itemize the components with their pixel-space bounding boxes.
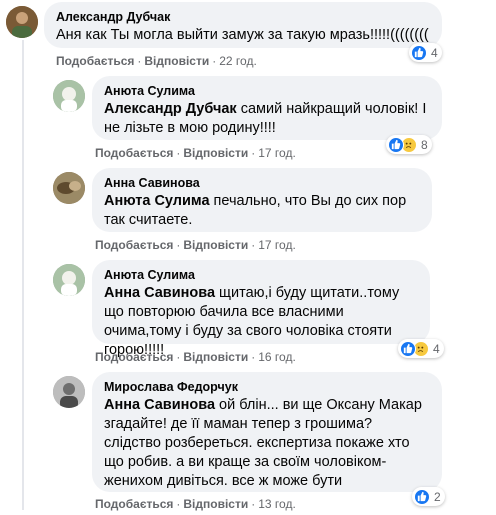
mention-link[interactable]: Александр Дубчак	[104, 101, 237, 117]
comment-actions: Подобається · Відповісти · 22 год.	[56, 54, 257, 68]
reply-button[interactable]: Відповісти	[183, 350, 248, 364]
comment-author[interactable]: Мирослава Федорчук	[104, 379, 430, 396]
reaction-summary[interactable]: 8	[386, 135, 432, 154]
separator: ·	[176, 146, 181, 160]
reaction-count: 8	[421, 137, 428, 152]
comment-bubble: Анюта Сулима Анна Савинова щитаю,і буду …	[92, 260, 430, 358]
comment-author[interactable]: Анюта Сулима	[104, 83, 430, 100]
comment-bubble: Мирослава Федорчук Анна Савинова ой блін…	[92, 372, 442, 492]
comment-text: Аня как Ты могла выйти замуж за такую мр…	[56, 26, 430, 45]
comment-time[interactable]: 16 год.	[258, 350, 296, 364]
reaction-summary[interactable]: 2	[412, 487, 445, 506]
comment-actions: Подобається · Відповісти · 17 год.	[95, 238, 296, 252]
reaction-summary[interactable]: 4	[398, 339, 444, 358]
separator: ·	[251, 350, 256, 364]
comment-text: Александр Дубчак самий найкращий чоловік…	[104, 100, 430, 138]
reply-button[interactable]: Відповісти	[183, 497, 248, 511]
thread-line	[22, 40, 24, 510]
comment-author[interactable]: Анюта Сулима	[104, 267, 418, 284]
separator: ·	[251, 238, 256, 252]
comment-actions: Подобається · Відповісти · 17 год.	[95, 146, 296, 160]
like-button[interactable]: Подобається	[95, 146, 173, 160]
reaction-count: 2	[434, 489, 441, 504]
comment-text: Анна Савинова щитаю,і буду щитати..тому …	[104, 284, 418, 360]
comment-author[interactable]: Александр Дубчак	[56, 9, 430, 26]
reply-button[interactable]: Відповісти	[183, 146, 248, 160]
like-button[interactable]: Подобається	[95, 497, 173, 511]
comment-time[interactable]: 17 год.	[258, 146, 296, 160]
comment-time[interactable]: 22 год.	[219, 54, 257, 68]
separator: ·	[176, 238, 181, 252]
avatar[interactable]	[53, 172, 85, 204]
comment-bubble: Анна Савинова Анюта Сулима печально, что…	[92, 168, 432, 232]
like-reaction-icon	[411, 44, 427, 61]
like-button[interactable]: Подобається	[95, 350, 173, 364]
separator: ·	[176, 350, 181, 364]
reaction-count: 4	[433, 341, 440, 356]
mention-link[interactable]: Анюта Сулима	[104, 193, 210, 209]
mention-link[interactable]: Анна Савинова	[104, 397, 215, 413]
comment-bubble: Анюта Сулима Александр Дубчак самий найк…	[92, 76, 442, 140]
comment-time[interactable]: 13 год.	[258, 497, 296, 511]
like-button[interactable]: Подобається	[56, 54, 134, 68]
comment-text-content: Аня как Ты могла выйти замуж за такую мр…	[56, 27, 429, 43]
reaction-summary[interactable]: 4	[409, 43, 442, 62]
like-button[interactable]: Подобається	[95, 238, 173, 252]
comment-time[interactable]: 17 год.	[258, 238, 296, 252]
separator: ·	[137, 54, 142, 68]
avatar[interactable]	[6, 6, 38, 38]
separator: ·	[251, 146, 256, 160]
separator: ·	[251, 497, 256, 511]
avatar[interactable]	[53, 80, 85, 112]
reply-button[interactable]: Відповісти	[183, 238, 248, 252]
comment-text: Анна Савинова ой блін... ви ще Оксану Ма…	[104, 396, 430, 491]
reaction-count: 4	[431, 45, 438, 60]
separator: ·	[176, 497, 181, 511]
comment-author[interactable]: Анна Савинова	[104, 175, 420, 192]
mention-link[interactable]: Анна Савинова	[104, 285, 215, 301]
reply-button[interactable]: Відповісти	[144, 54, 209, 68]
like-reaction-icon	[400, 340, 416, 357]
avatar[interactable]	[53, 376, 85, 408]
separator: ·	[212, 54, 217, 68]
comment-text: Анюта Сулима печально, что Вы до сих пор…	[104, 192, 420, 230]
avatar[interactable]	[53, 264, 85, 296]
comment-actions: Подобається · Відповісти · 16 год.	[95, 350, 296, 364]
comment-bubble: Александр Дубчак Аня как Ты могла выйти …	[44, 2, 442, 48]
like-reaction-icon	[414, 488, 430, 505]
comment-actions: Подобається · Відповісти · 13 год.	[95, 497, 296, 511]
like-reaction-icon	[388, 136, 404, 153]
